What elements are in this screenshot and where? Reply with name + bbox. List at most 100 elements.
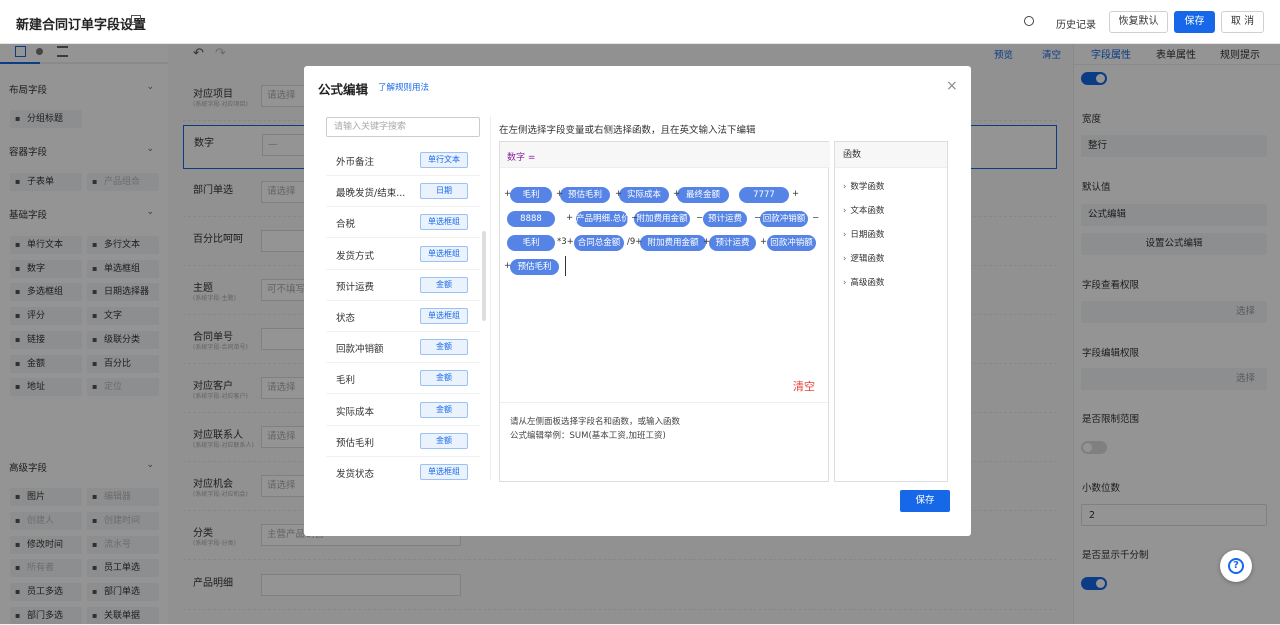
target-variable: 数字 = <box>507 153 536 163</box>
operator: − <box>696 213 704 223</box>
field-list-item[interactable]: 最晚发货/结束... 日期 <box>326 176 480 208</box>
field-token[interactable]: 毛利 <box>507 235 555 251</box>
clear-formula-button[interactable]: 清空 <box>793 378 815 394</box>
field-list-item[interactable]: 发货状态 单选框组 <box>326 457 480 480</box>
field-token[interactable]: 预估毛利 <box>510 259 559 275</box>
tip-text: 请从左侧面板选择字段名和函数，或输入函数 <box>510 417 681 427</box>
modal-title: 公式编辑 <box>318 82 369 97</box>
field-list-item[interactable]: 发货方式 单选框组 <box>326 239 480 270</box>
field-search-input[interactable]: 请输入关键字搜索 <box>326 117 480 137</box>
function-category[interactable]: › 高级函数 <box>843 276 884 288</box>
operator: *3+ <box>557 237 574 247</box>
field-token[interactable]: 产品明细.总价 <box>576 211 630 227</box>
close-icon[interactable]: × <box>946 78 958 94</box>
operator: + <box>703 237 711 247</box>
help-float-button[interactable]: ? <box>1220 550 1252 582</box>
field-token[interactable]: 附加费用金额 <box>640 235 706 251</box>
formula-editor[interactable]: 数字 = 毛利 预估毛利 实际成本 最终金额 7777 8888 产品明细.总价 附加费用金额… <box>499 141 830 482</box>
field-type-tag: 日期 <box>420 183 468 200</box>
operator: + <box>566 213 574 223</box>
function-category[interactable]: › 数学函数 <box>843 180 884 192</box>
field-type-tag: 单行文本 <box>420 152 468 168</box>
operator: + <box>556 189 564 199</box>
field-token[interactable]: 回款冲销额 <box>767 235 816 251</box>
field-token[interactable]: 合同总金额 <box>574 235 624 251</box>
field-token[interactable]: 预计运费 <box>703 211 747 227</box>
field-list-item[interactable]: 外币备注 单行文本 <box>326 145 480 176</box>
restore-default-button[interactable]: 恢复默认 <box>1109 11 1168 33</box>
example-text: 公式编辑举例：SUM(基本工资,加班工资) <box>510 431 666 441</box>
field-name: 合税 <box>336 219 356 231</box>
field-list-scrollbar[interactable] <box>482 231 486 321</box>
function-panel: 函数 › 数学函数 › 文本函数 › 日期函数 › 逻辑函数 › 高级函数 <box>834 141 948 482</box>
layout-icon[interactable] <box>131 15 141 25</box>
field-token[interactable]: 预估毛利 <box>560 187 610 203</box>
field-list-item[interactable]: 回款冲销额 金额 <box>326 332 480 364</box>
field-token[interactable]: 8888 <box>507 211 555 227</box>
field-type-tag: 单选框组 <box>420 464 468 480</box>
question-icon: ? <box>1228 558 1244 574</box>
function-category[interactable]: › 逻辑函数 <box>843 252 884 264</box>
page-title: 新建合同订单字段设置 <box>16 18 147 33</box>
field-type-tag: 金额 <box>420 401 468 418</box>
chevron-right-icon: › <box>843 182 847 192</box>
field-token[interactable]: 实际成本 <box>619 187 669 203</box>
operator: − <box>754 213 762 223</box>
field-name: 回款冲销额 <box>336 344 384 356</box>
field-name: 发货方式 <box>336 250 375 262</box>
operator: + <box>792 189 800 199</box>
operator: + <box>760 237 768 247</box>
field-list-item[interactable]: 预估毛利 金额 <box>326 426 480 457</box>
field-token[interactable]: 7777 <box>739 187 789 203</box>
field-token[interactable]: 最终金额 <box>677 187 729 203</box>
modal-save-button[interactable]: 保存 <box>900 490 950 512</box>
field-type-tag: 单选框组 <box>420 214 468 231</box>
field-name: 预估毛利 <box>336 437 375 449</box>
function-category-label: 逻辑函数 <box>850 254 885 264</box>
function-category-label: 高级函数 <box>850 278 885 288</box>
formula-editor-modal: 公式编辑 了解规则用法 × 请输入关键字搜索 外币备注 单行文本最晚发货/结束..… <box>304 66 971 536</box>
function-category-label: 文本函数 <box>850 206 885 216</box>
field-name: 实际成本 <box>336 406 375 418</box>
history-button[interactable]: 历史记录 <box>1056 16 1096 31</box>
editor-tips: 请从左侧面板选择字段名和函数，或输入函数 公式编辑举例：SUM(基本工资,加班工… <box>500 402 830 482</box>
operator: /9+ <box>627 237 643 247</box>
function-category-label: 数学函数 <box>850 182 885 192</box>
play-icon[interactable] <box>1024 16 1034 26</box>
cancel-button[interactable]: 取 消 <box>1221 11 1264 33</box>
text-caret <box>565 256 566 276</box>
field-name: 预计运费 <box>336 281 375 293</box>
field-list-item[interactable]: 预计运费 金额 <box>326 270 480 301</box>
field-list-item[interactable]: 实际成本 金额 <box>326 395 480 426</box>
field-type-tag: 单选框组 <box>420 245 468 262</box>
operator: + <box>673 189 681 199</box>
field-type-tag: 金额 <box>420 432 468 449</box>
function-category[interactable]: › 文本函数 <box>843 204 884 216</box>
field-token[interactable]: 毛利 <box>510 187 552 203</box>
help-link[interactable]: 了解规则用法 <box>378 81 429 93</box>
operator: + <box>504 261 512 271</box>
operator: + <box>615 189 623 199</box>
field-type-tag: 单选框组 <box>420 308 468 324</box>
field-type-tag: 金额 <box>420 339 468 356</box>
field-list[interactable]: 外币备注 单行文本 最晚发货/结束... 日期 合税 单选框组 发货方式 单选框组 预计运费 金额… <box>326 145 480 480</box>
field-token[interactable]: 预计运费 <box>709 235 756 251</box>
save-button[interactable]: 保存 <box>1174 11 1215 33</box>
function-category-label: 日期函数 <box>850 230 885 240</box>
field-token[interactable]: 附加费用金额 <box>634 211 690 227</box>
function-category[interactable]: › 日期函数 <box>843 228 884 240</box>
editor-header: 数字 = <box>500 142 830 168</box>
field-list-item[interactable]: 合税 单选框组 <box>326 207 480 239</box>
chevron-right-icon: › <box>843 206 847 216</box>
function-panel-title: 函数 <box>835 142 947 168</box>
operator: − <box>812 213 820 223</box>
field-list-item[interactable]: 毛利 金额 <box>326 363 480 395</box>
field-list-item[interactable]: 状态 单选框组 <box>326 301 480 332</box>
field-type-tag: 金额 <box>420 276 468 293</box>
field-name: 外币备注 <box>336 157 375 168</box>
chevron-right-icon: › <box>843 254 847 264</box>
panel-divider <box>490 116 491 480</box>
chevron-right-icon: › <box>843 278 847 288</box>
field-token[interactable]: 回款冲销额 <box>760 211 808 227</box>
field-name: 最晚发货/结束... <box>336 188 406 200</box>
